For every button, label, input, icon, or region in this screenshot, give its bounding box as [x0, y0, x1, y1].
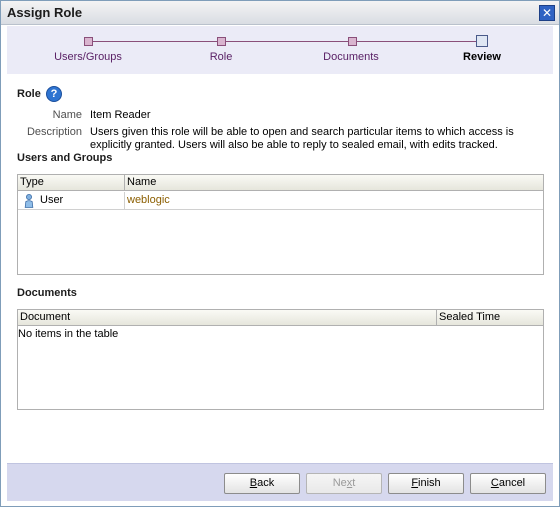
train-label-review: Review	[463, 51, 501, 63]
back-button[interactable]: Back	[224, 473, 300, 494]
role-heading: Role	[17, 88, 41, 100]
close-icon[interactable]: ✕	[539, 5, 555, 21]
assign-role-dialog: Assign Role ✕ Users/Groups Role Document…	[0, 0, 560, 507]
column-document[interactable]: Document	[18, 310, 437, 326]
cancel-button[interactable]: Cancel	[470, 473, 546, 494]
train-stop-role[interactable]	[217, 37, 226, 46]
table-header: Type Name	[18, 175, 543, 191]
name-cell: weblogic	[125, 192, 543, 210]
button-bar: Back Next Finish Cancel	[7, 463, 553, 501]
train-label-documents[interactable]: Documents	[291, 51, 411, 63]
role-name-value: Item Reader	[90, 109, 151, 121]
train-stop-users-groups[interactable]	[84, 37, 93, 46]
column-name[interactable]: Name	[125, 175, 543, 191]
table-header: Document Sealed Time	[18, 310, 543, 326]
next-button: Next	[306, 473, 382, 494]
train-stop-documents[interactable]	[348, 37, 357, 46]
role-description-line1: Users given this role will be able to op…	[90, 126, 514, 138]
train-label-users-groups[interactable]: Users/Groups	[28, 51, 148, 63]
wizard-train: Users/Groups Role Documents Review	[7, 26, 553, 74]
role-description-line2: explicitly granted. Users will also be a…	[90, 139, 498, 151]
user-type-label: User	[40, 194, 64, 206]
documents-table: Document Sealed Time No items in the tab…	[17, 309, 544, 410]
user-icon	[24, 194, 34, 208]
column-type[interactable]: Type	[18, 175, 125, 191]
users-groups-heading: Users and Groups	[17, 152, 113, 164]
users-groups-table: Type Name User weblogic	[17, 174, 544, 275]
user-name-link[interactable]: weblogic	[127, 194, 170, 206]
train-connector	[93, 41, 477, 42]
empty-table-message: No items in the table	[18, 328, 119, 340]
title-bar[interactable]: Assign Role ✕	[1, 1, 559, 25]
help-icon[interactable]: ?	[46, 86, 62, 102]
train-label-role[interactable]: Role	[161, 51, 281, 63]
description-label: Description	[26, 126, 82, 138]
table-row[interactable]: User weblogic	[18, 192, 543, 210]
dialog-title: Assign Role	[7, 5, 83, 20]
name-label: Name	[52, 109, 82, 121]
column-sealed-time[interactable]: Sealed Time	[437, 310, 543, 326]
documents-heading: Documents	[17, 287, 77, 299]
type-cell: User	[18, 192, 125, 210]
finish-button[interactable]: Finish	[388, 473, 464, 494]
train-stop-review	[476, 35, 488, 47]
